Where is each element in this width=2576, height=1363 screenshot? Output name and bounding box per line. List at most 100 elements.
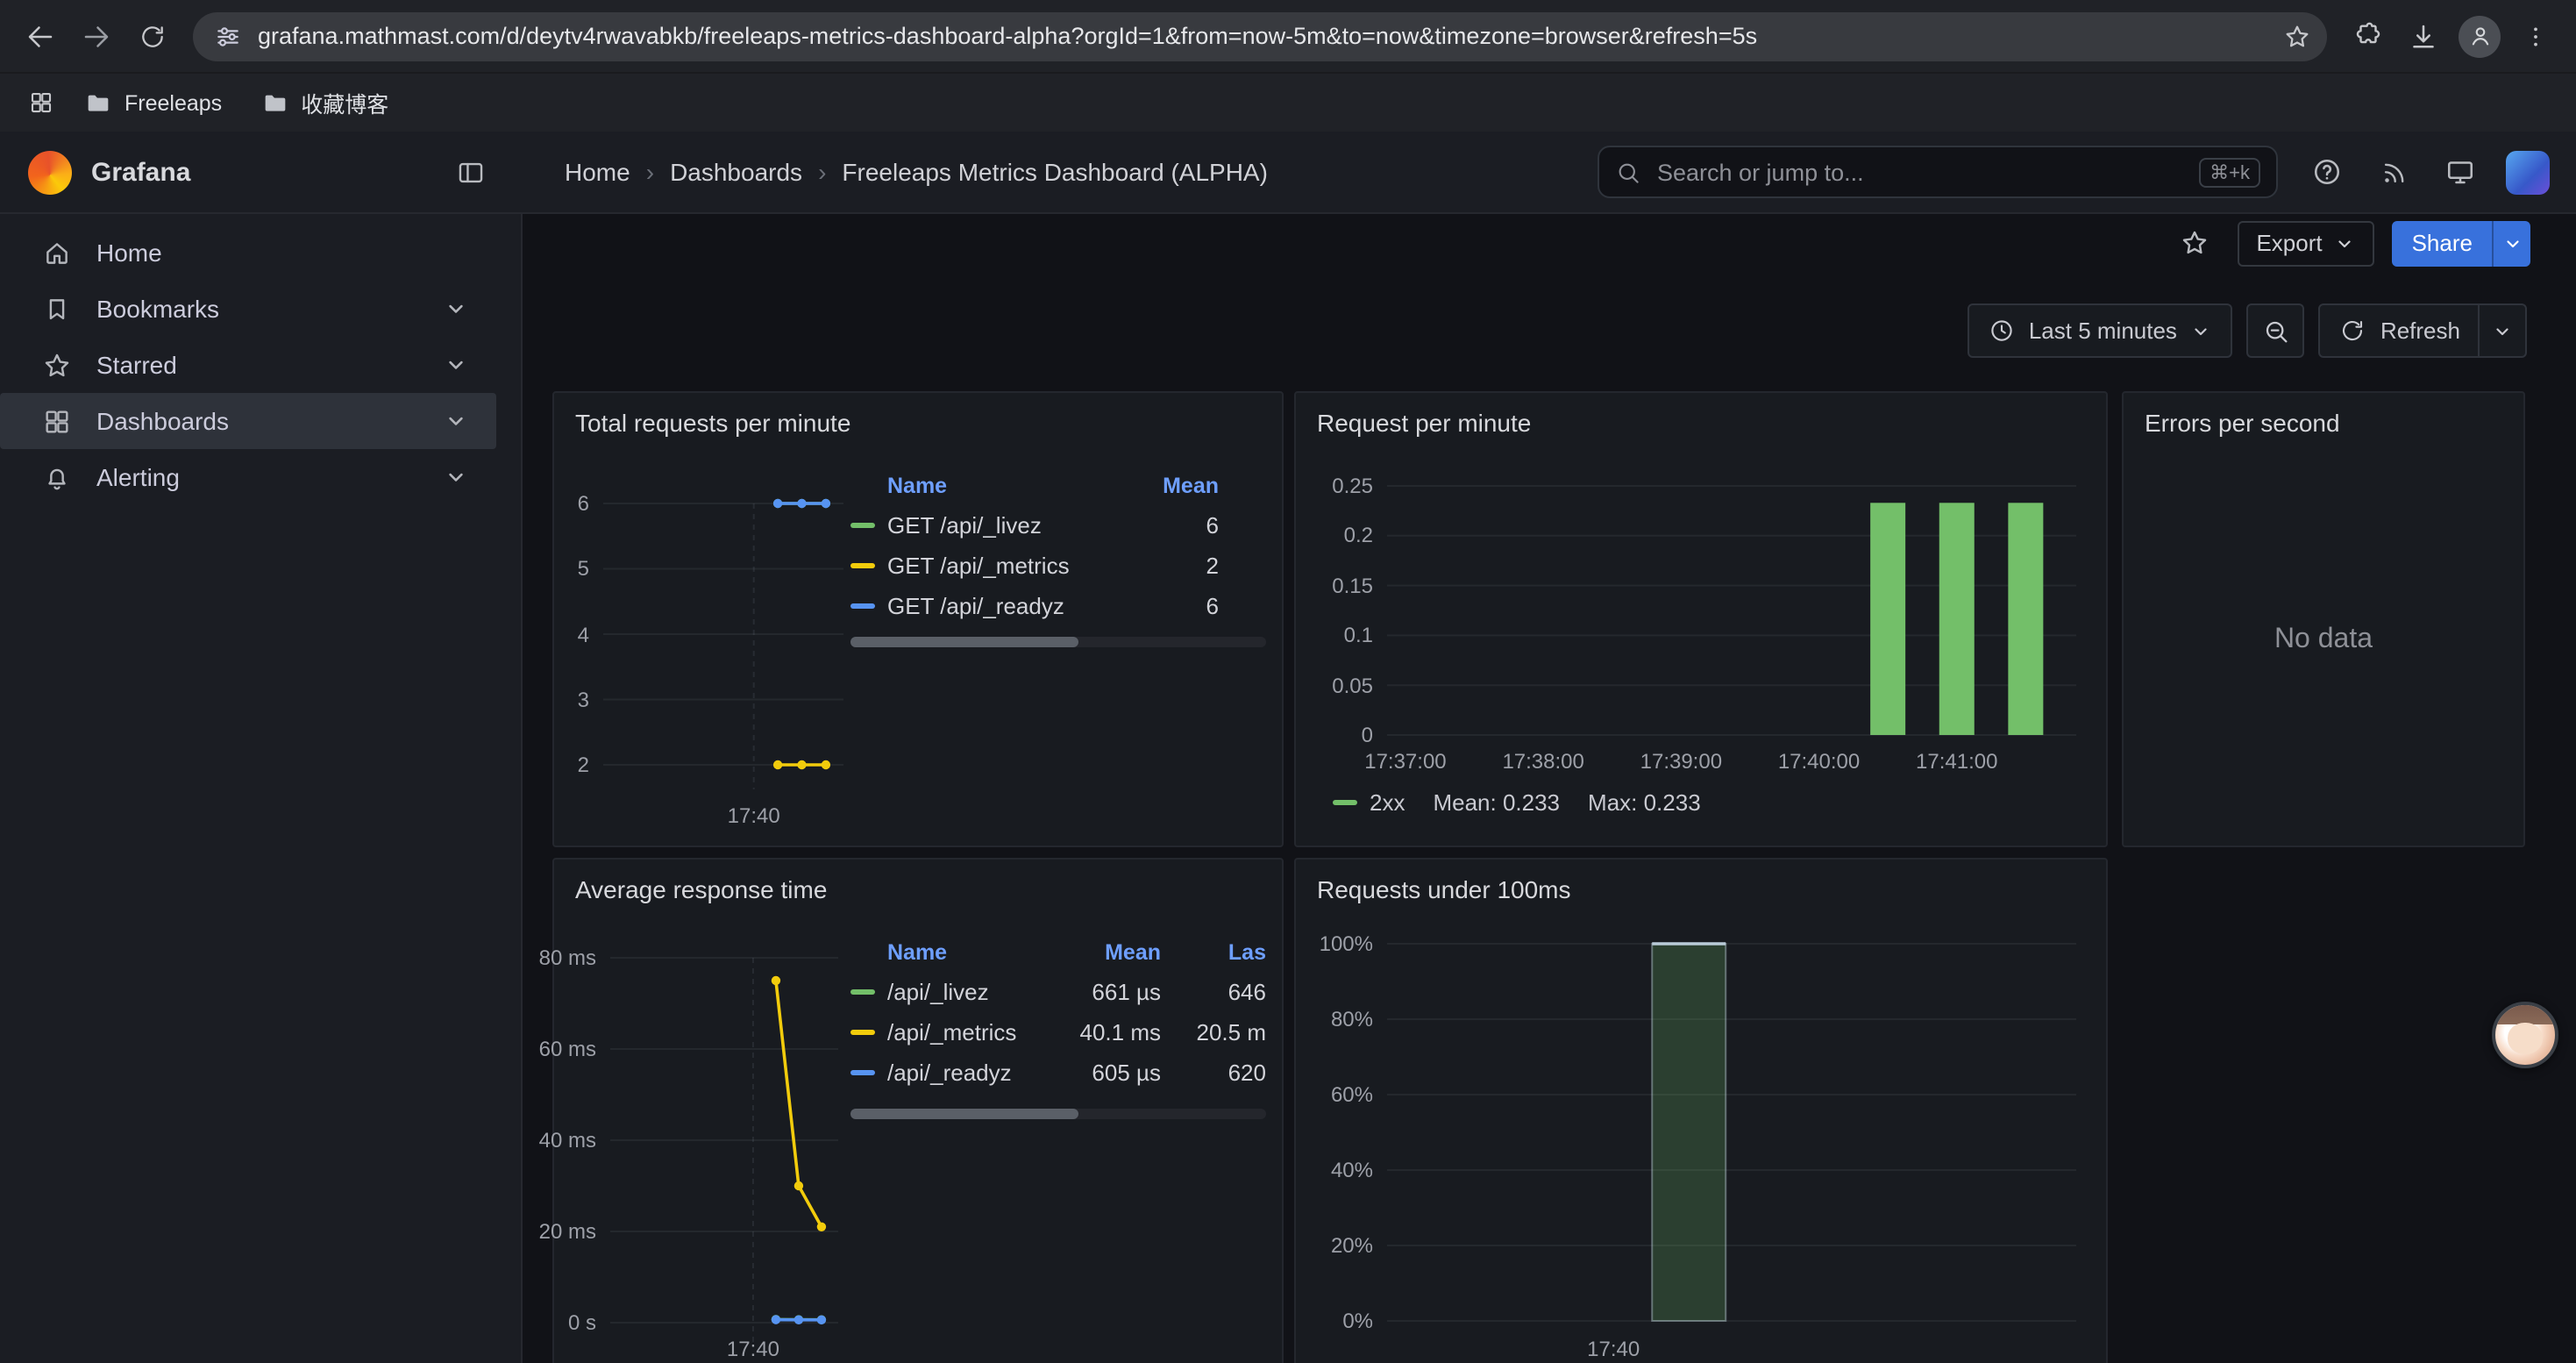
legend-row[interactable]: /api/_livez661 µs646 [850, 972, 1266, 1012]
bookmarks-bar: Freeleaps 收藏博客 [0, 72, 2576, 132]
bookmark-icon [42, 294, 72, 324]
grafana-body: Home Bookmarks Starred DashboardsAlerting E… [0, 214, 2576, 1363]
breadcrumb-item[interactable]: Home [565, 158, 630, 186]
time-controls: Last 5 minutes Refresh [1968, 303, 2527, 358]
reload-button[interactable] [126, 10, 179, 62]
legend-header: NameMean [850, 467, 1266, 505]
legend-series[interactable]: /api/_readyz [850, 1060, 1043, 1086]
legend-col-header[interactable]: Name [850, 940, 1043, 965]
legend-header: NameMeanLas [850, 933, 1266, 972]
browser-toolbar: grafana.mathmast.com/d/deytv4rwavabkb/fr… [0, 0, 2576, 72]
sidebar-item-dashboards[interactable]: Dashboards [0, 393, 496, 449]
bookmark-item[interactable]: 收藏博客 [246, 79, 402, 126]
export-button[interactable]: Export [2237, 220, 2374, 266]
breadcrumb-item[interactable]: Freeleaps Metrics Dashboard (ALPHA) [842, 158, 1268, 186]
panel-request-per-minute: Request per minute 0.250.20.150.10.05017… [1294, 391, 2108, 847]
legend-series[interactable]: GET /api/_livez [850, 512, 1105, 539]
sidebar-item-bookmarks[interactable]: Bookmarks [0, 281, 496, 337]
assistant-avatar[interactable] [2492, 1002, 2558, 1068]
nav-icons [2302, 147, 2576, 196]
icon [444, 409, 468, 433]
search-shortcut: ⌘+k [2199, 157, 2260, 187]
series-color-icon [850, 523, 875, 528]
legend-value: 40.1 ms [1043, 1019, 1161, 1045]
legend-row[interactable]: /api/_readyz605 µs620 [850, 1053, 1266, 1093]
chevron-down-icon [2335, 232, 2356, 253]
legend-row[interactable]: GET /api/_metrics2 [850, 546, 1266, 586]
time-range-picker[interactable]: Last 5 minutes [1968, 303, 2233, 358]
sidebar-item-alerting[interactable]: Alerting [0, 449, 496, 505]
profile-avatar [2459, 15, 2501, 57]
legend-row[interactable]: GET /api/_readyz6 [850, 586, 1266, 626]
legend-scrollbar[interactable] [850, 1109, 1266, 1119]
legend-col-header[interactable]: Mean [1043, 940, 1161, 965]
sidebar-item-label: Home [96, 239, 162, 267]
legend-series[interactable]: GET /api/_readyz [850, 593, 1105, 619]
url-bar[interactable]: grafana.mathmast.com/d/deytv4rwavabkb/fr… [193, 11, 2327, 61]
download-icon [2408, 20, 2439, 52]
browser-menu-button[interactable] [2509, 10, 2562, 62]
panel-title[interactable]: Errors per second [2124, 393, 2523, 446]
favorite-dashboard-button[interactable] [2170, 218, 2219, 268]
legend-col-header[interactable]: Name [850, 474, 1105, 498]
downloads-button[interactable] [2397, 10, 2450, 62]
series-name: /api/_readyz [887, 1060, 1012, 1086]
legend-scrollbar[interactable] [850, 637, 1266, 647]
legend-value: 620 [1161, 1060, 1266, 1086]
legend-col-header[interactable]: Las [1161, 940, 1266, 965]
legend-row[interactable]: GET /api/_livez 6 [850, 505, 1266, 546]
bookmark-label: Freeleaps [125, 90, 222, 115]
zoom-out-button[interactable] [2247, 303, 2305, 358]
bell-icon [42, 462, 72, 492]
series-color-icon [850, 989, 875, 995]
legend-value: 6 [1105, 512, 1219, 539]
search-placeholder: Search or jump to... [1657, 159, 2183, 185]
share-label[interactable]: Share [2393, 220, 2492, 266]
breadcrumb-item[interactable]: Dashboards [670, 158, 802, 186]
legend-series[interactable]: /api/_metrics [850, 1019, 1043, 1045]
sidebar-item-home[interactable]: Home [0, 225, 496, 281]
share-menu-button[interactable] [2492, 220, 2530, 266]
user-avatar [2505, 150, 2549, 194]
bookmark-item[interactable]: Freeleaps [70, 82, 236, 124]
apps-grid-button[interactable] [18, 80, 63, 125]
grid-icon [42, 406, 72, 436]
series-name: GET /api/_metrics [887, 553, 1070, 579]
url-text[interactable]: grafana.mathmast.com/d/deytv4rwavabkb/fr… [258, 23, 2259, 49]
clock-icon [1989, 318, 2015, 344]
display-button[interactable] [2436, 147, 2485, 196]
back-button[interactable] [14, 10, 67, 62]
share-button[interactable]: Share [2393, 220, 2530, 266]
legend-row[interactable]: /api/_metrics40.1 ms20.5 m [850, 1012, 1266, 1053]
under-plot-area[interactable] [1296, 860, 2110, 1363]
help-button[interactable] [2302, 147, 2352, 196]
user-menu-button[interactable] [2502, 147, 2551, 196]
sidebar-item-label: Starred [96, 351, 177, 379]
sidebar: Home Bookmarks Starred DashboardsAlerting [0, 214, 523, 1363]
legend-series[interactable]: 2xx [1333, 789, 1405, 816]
search-input[interactable]: Search or jump to... ⌘+k [1598, 146, 2278, 198]
series-name: GET /api/_livez [887, 512, 1042, 539]
rpm-plot-area[interactable] [1296, 393, 2110, 849]
refresh-button[interactable]: Refresh [2319, 303, 2527, 358]
chevron-down-icon [444, 465, 468, 489]
sidebar-item-label: Bookmarks [96, 295, 219, 323]
extensions-button[interactable] [2341, 10, 2394, 62]
scrollbar-thumb[interactable] [850, 637, 1079, 647]
forward-button[interactable] [70, 10, 123, 62]
legend-value: 6 [1105, 593, 1219, 619]
news-button[interactable] [2369, 147, 2418, 196]
sidebar-item-starred[interactable]: Starred [0, 337, 496, 393]
mega-menu-toggle[interactable] [445, 147, 495, 196]
legend-series[interactable]: GET /api/_metrics [850, 553, 1105, 579]
legend-table: NameMean GET /api/_livez 6 GET /api/_metric… [850, 467, 1266, 626]
legend-series[interactable]: /api/_livez [850, 979, 1043, 1005]
grafana-logo[interactable] [28, 150, 72, 194]
panel-average-response-time: Average response time 80 ms60 ms40 ms20 … [552, 858, 1284, 1363]
bookmark-page-button[interactable] [2274, 13, 2320, 59]
refresh-interval-button[interactable] [2478, 305, 2525, 356]
legend-col-header[interactable]: Mean [1105, 474, 1219, 498]
profile-button[interactable] [2453, 10, 2506, 62]
scrollbar-thumb[interactable] [850, 1109, 1079, 1119]
site-info-icon[interactable] [214, 22, 242, 50]
